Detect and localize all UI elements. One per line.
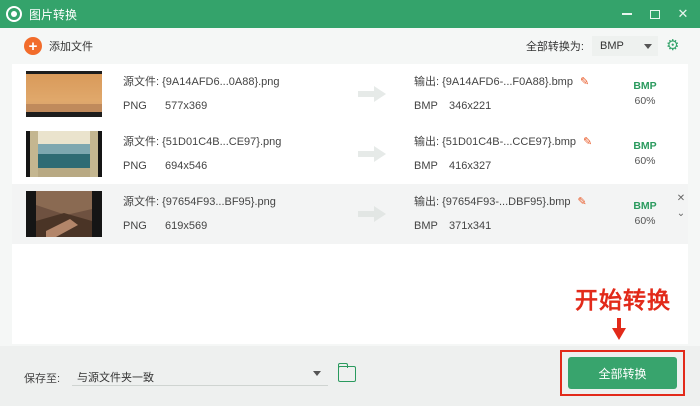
pencil-icon[interactable]: ✎ xyxy=(583,135,592,148)
close-icon[interactable]: ✕ xyxy=(674,5,692,23)
chevron-down-icon[interactable]: ⌄ xyxy=(674,206,688,221)
save-path-value: 与源文件夹一致 xyxy=(77,372,154,384)
app-window: 图片转换 ✕ + 添加文件 全部转换为: BMP ⚙ 源文件: {9A14AFD… xyxy=(0,0,700,406)
source-size: 619x569 xyxy=(165,220,208,232)
source-file-name: 源文件: {97654F93...BF95}.png xyxy=(123,196,276,208)
output-meta: BMP 371x341 xyxy=(414,220,491,232)
remove-icon[interactable]: ✕ xyxy=(674,191,688,206)
convert-arrow-icon xyxy=(358,146,386,162)
file-row[interactable]: 源文件: {51D01C4B...CE97}.png PNG 694x546 输出… xyxy=(12,124,688,184)
source-file-name: 源文件: {9A14AFD6...0A88}.png xyxy=(123,76,280,88)
convert-all-button[interactable]: 全部转换 xyxy=(568,357,677,389)
source-format: PNG xyxy=(123,220,147,232)
badge-quality: 60% xyxy=(634,215,656,227)
add-file-button[interactable]: + 添加文件 xyxy=(24,37,93,55)
output-file-name: 输出: {51D01C4B-...CCE97}.bmp ✎ xyxy=(414,133,592,149)
save-to-label: 保存至: xyxy=(24,373,61,385)
output-name-text: 输出: {51D01C4B-...CCE97}.bmp xyxy=(414,136,577,148)
minimize-icon[interactable] xyxy=(618,5,636,23)
convert-arrow-icon xyxy=(358,86,386,102)
pencil-icon[interactable]: ✎ xyxy=(580,75,589,88)
folder-icon[interactable] xyxy=(337,363,356,382)
badge-format: BMP xyxy=(633,80,657,92)
output-format: BMP xyxy=(414,100,438,112)
thumbnail-image xyxy=(26,71,102,117)
badge-quality: 60% xyxy=(634,155,656,167)
plus-icon: + xyxy=(24,37,42,55)
output-size: 346x221 xyxy=(449,100,492,112)
badge-format: BMP xyxy=(633,140,657,152)
window-title: 图片转换 xyxy=(29,7,78,22)
source-meta: PNG 619x569 xyxy=(123,220,207,232)
output-format: BMP xyxy=(414,220,438,232)
output-file-name: 输出: {9A14AFD6-...F0A88}.bmp ✎ xyxy=(414,73,589,89)
footer-bar: 保存至: 与源文件夹一致 全部转换 xyxy=(0,346,700,406)
output-size: 371x341 xyxy=(449,220,492,232)
maximize-icon[interactable] xyxy=(646,5,664,23)
output-badge[interactable]: BMP 60% xyxy=(624,199,666,229)
source-format: PNG xyxy=(123,100,147,112)
format-area: 全部转换为: BMP ⚙ xyxy=(526,36,680,56)
thumbnail-image xyxy=(26,191,102,237)
badge-format: BMP xyxy=(633,200,657,212)
annotation-text: 开始转换 xyxy=(575,287,671,313)
source-meta: PNG 577x369 xyxy=(123,100,207,112)
source-meta: PNG 694x546 xyxy=(123,160,207,172)
output-format: BMP xyxy=(414,160,438,172)
source-size: 694x546 xyxy=(165,160,208,172)
output-name-text: 输出: {9A14AFD6-...F0A88}.bmp xyxy=(414,76,573,88)
row-actions: ✕ ⌄ xyxy=(674,191,688,221)
add-file-label: 添加文件 xyxy=(49,41,93,53)
output-file-name: 输出: {97654F93-...DBF95}.bmp ✎ xyxy=(414,193,587,209)
file-row[interactable]: 源文件: {97654F93...BF95}.png PNG 619x569 输出… xyxy=(12,184,688,244)
format-label: 全部转换为: xyxy=(525,41,584,53)
output-meta: BMP 346x221 xyxy=(414,100,491,112)
format-value: BMP xyxy=(600,40,624,52)
save-path-select[interactable]: 与源文件夹一致 xyxy=(72,362,328,386)
convert-highlight: 全部转换 xyxy=(560,350,685,396)
arrow-down-icon xyxy=(612,318,626,340)
thumbnail-image xyxy=(26,131,102,177)
output-size: 416x327 xyxy=(449,160,492,172)
source-file-name: 源文件: {51D01C4B...CE97}.png xyxy=(123,136,282,148)
output-badge[interactable]: BMP 60% xyxy=(624,139,666,169)
window-controls: ✕ xyxy=(618,5,692,23)
gear-icon[interactable]: ⚙ xyxy=(666,38,680,53)
output-name-text: 输出: {97654F93-...DBF95}.bmp xyxy=(414,196,571,208)
output-badge[interactable]: BMP 60% xyxy=(624,79,666,109)
app-logo-icon xyxy=(6,6,22,22)
chevron-down-icon xyxy=(644,43,652,49)
pencil-icon[interactable]: ✎ xyxy=(578,195,587,208)
source-format: PNG xyxy=(123,160,147,172)
chevron-down-icon xyxy=(313,371,321,376)
toolbar: + 添加文件 全部转换为: BMP ⚙ xyxy=(12,32,688,60)
file-row[interactable]: 源文件: {9A14AFD6...0A88}.png PNG 577x369 输出… xyxy=(12,64,688,124)
convert-arrow-icon xyxy=(358,206,386,222)
title-bar: 图片转换 ✕ xyxy=(0,0,700,28)
output-meta: BMP 416x327 xyxy=(414,160,491,172)
badge-quality: 60% xyxy=(634,95,656,107)
source-size: 577x369 xyxy=(165,100,208,112)
format-select[interactable]: BMP xyxy=(592,36,658,56)
